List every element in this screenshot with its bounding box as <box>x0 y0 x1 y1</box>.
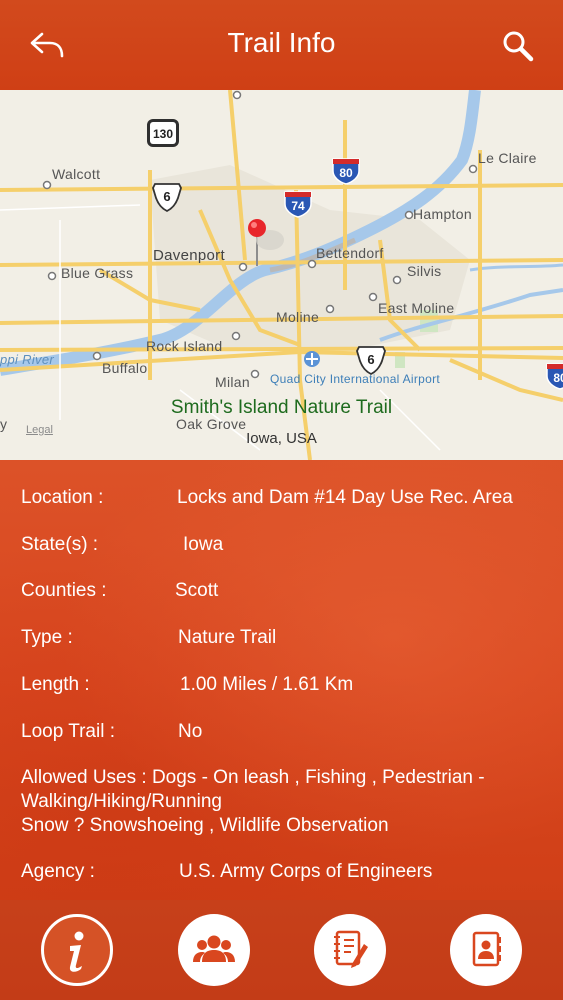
type-label: Type : <box>21 627 73 648</box>
loop-value: No <box>178 721 203 742</box>
trail-details: Location : Locks and Dam #14 Day Use Rec… <box>0 460 563 900</box>
map-label-airport: Quad City International Airport <box>270 372 441 386</box>
counties-value: Scott <box>175 580 219 601</box>
interstate-80-shield-east: 80 <box>546 363 563 390</box>
type-value: Nature Trail <box>178 627 277 648</box>
tab-contacts[interactable] <box>450 914 522 986</box>
detail-allowed-uses: Allowed Uses : Dogs - On leash , Fishing… <box>21 766 551 838</box>
map-label-walcott: Walcott <box>52 166 101 182</box>
detail-row-type: Type : Nature Trail <box>21 627 276 649</box>
location-value: Locks and Dam #14 Day Use Rec. Area <box>177 487 513 508</box>
map-label-bettendorf: Bettendorf <box>316 245 384 261</box>
page-title: Trail Info <box>227 27 336 58</box>
trail-state: Iowa, USA <box>246 430 317 447</box>
map-label-silvis: Silvis <box>407 263 442 279</box>
map-label-buffalo: Buffalo <box>102 360 148 376</box>
map-label-east-moline: East Moline <box>378 300 455 316</box>
states-label: State(s) : <box>21 534 99 555</box>
notepad-icon <box>334 930 368 968</box>
uses-line-3: Snow ? Snowshoeing , Wildlife Observatio… <box>21 815 389 836</box>
map-label-river: ppi River <box>0 352 54 367</box>
tab-people[interactable] <box>178 914 250 986</box>
bottom-tab-bar <box>0 900 563 1000</box>
states-value: Iowa <box>183 534 224 555</box>
shield-text-80b: 80 <box>553 371 563 385</box>
detail-row-agency: Agency : U.S. Army Corps of Engineers <box>21 861 432 883</box>
us-6-shield-east: 6 <box>356 346 386 375</box>
route-130-shield: 130 <box>147 119 179 147</box>
map-label-le-claire: Le Claire <box>478 150 537 166</box>
agency-label: Agency : <box>21 861 95 882</box>
counties-label: Counties : <box>21 580 107 601</box>
shield-text-6a: 6 <box>163 189 170 204</box>
search-icon <box>503 31 534 62</box>
interstate-74-shield: 74 <box>284 191 312 218</box>
detail-row-counties: Counties : Scott <box>21 580 218 602</box>
tab-info[interactable] <box>41 914 113 986</box>
loop-label: Loop Trail : <box>21 721 115 742</box>
info-icon <box>69 931 84 972</box>
map-label-rock-island: Rock Island <box>146 338 223 354</box>
length-value: 1.00 Miles / 1.61 Km <box>180 674 354 695</box>
search-button[interactable] <box>500 28 536 64</box>
header-bar: Trail Info <box>0 0 563 90</box>
agency-value: U.S. Army Corps of Engineers <box>179 861 433 882</box>
map-label-davenport: Davenport <box>153 247 225 264</box>
map-label-hampton: Hampton <box>413 206 472 222</box>
detail-row-location: Location : Locks and Dam #14 Day Use Rec… <box>21 487 513 509</box>
detail-row-states: State(s) : Iowa <box>21 534 223 556</box>
trail-map[interactable]: 130 6 80 74 6 80 Walcott Le Claire Hampt… <box>0 90 563 460</box>
tab-notes[interactable] <box>314 914 386 986</box>
us-6-shield: 6 <box>152 183 182 212</box>
shield-text-74: 74 <box>291 199 305 213</box>
shield-text-80a: 80 <box>339 166 353 180</box>
trail-name: Smith's Island Nature Trail <box>170 397 393 418</box>
interstate-80-shield: 80 <box>332 158 360 185</box>
map-label-milan: Milan <box>215 374 250 390</box>
location-label: Location : <box>21 487 104 508</box>
group-icon <box>193 935 235 962</box>
detail-row-loop: Loop Trail : No <box>21 721 202 743</box>
uses-line-2: Walking/Hiking/Running <box>21 791 223 812</box>
shield-text-130: 130 <box>153 127 173 141</box>
uses-line-1: Allowed Uses : Dogs - On leash , Fishing… <box>21 767 485 788</box>
map-label-blue-grass: Blue Grass <box>61 265 134 281</box>
contact-book-icon <box>472 931 501 967</box>
length-label: Length : <box>21 674 90 695</box>
detail-row-length: Length : 1.00 Miles / 1.61 Km <box>21 674 353 696</box>
map-label-moline: Moline <box>276 309 320 325</box>
shield-text-6b: 6 <box>367 352 374 367</box>
